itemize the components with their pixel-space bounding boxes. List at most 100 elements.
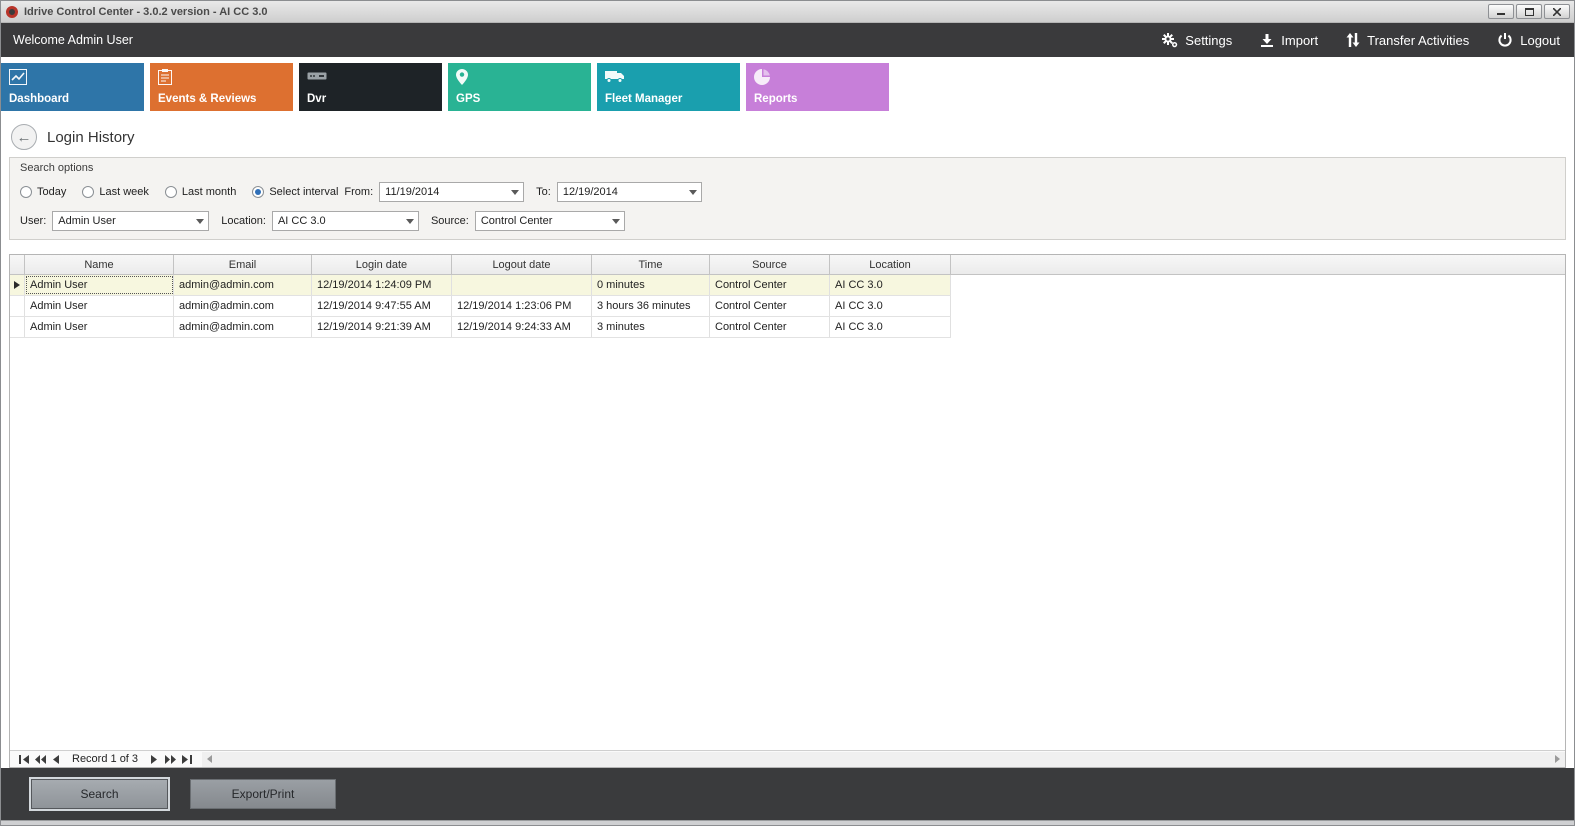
column-header-filler [951, 255, 1565, 274]
radio-today[interactable]: Today [20, 186, 66, 198]
radio-select-interval[interactable]: Select interval [252, 186, 338, 198]
first-record-button[interactable] [16, 752, 32, 767]
cell-name[interactable]: Admin User [25, 296, 174, 316]
cell-source[interactable]: Control Center [710, 317, 830, 337]
radio-label: Last month [182, 186, 236, 198]
scroll-left-icon[interactable] [202, 752, 217, 767]
table-row[interactable]: Admin User admin@admin.com 12/19/2014 1:… [10, 275, 951, 296]
cell-name[interactable]: Admin User [25, 317, 174, 337]
user-dropdown[interactable]: Admin User [52, 211, 209, 231]
source-value: Control Center [481, 215, 606, 227]
to-date-picker[interactable]: 12/19/2014 [557, 182, 702, 202]
cell-time[interactable]: 3 minutes [592, 317, 710, 337]
cell-email[interactable]: admin@admin.com [174, 296, 312, 316]
tile-reports[interactable]: Reports [746, 63, 889, 111]
close-icon [1553, 8, 1561, 16]
tile-label: Fleet Manager [605, 93, 682, 105]
footer-bar: Search Export/Print [1, 768, 1574, 820]
maximize-button[interactable] [1516, 4, 1542, 19]
tile-dvr[interactable]: Dvr [299, 63, 442, 111]
settings-button[interactable]: Settings [1161, 32, 1232, 49]
column-header-logout-date[interactable]: Logout date [452, 255, 592, 274]
group-label: Search options [20, 162, 1555, 174]
cell-login-date[interactable]: 12/19/2014 1:24:09 PM [312, 275, 452, 295]
module-tiles: Dashboard Events & Reviews Dvr GPS Fleet… [1, 57, 1574, 119]
login-history-grid: Name Email Login date Logout date Time S… [9, 254, 1566, 768]
source-dropdown[interactable]: Control Center [475, 211, 625, 231]
from-date-value: 11/19/2014 [385, 186, 505, 198]
location-label: Location: [221, 215, 266, 227]
next-record-button[interactable] [146, 752, 162, 767]
back-button[interactable]: ← [11, 124, 37, 150]
horizontal-scrollbar[interactable] [202, 752, 1565, 767]
scroll-right-icon[interactable] [1550, 752, 1565, 767]
checklist-icon [158, 69, 285, 85]
cell-login-date[interactable]: 12/19/2014 9:21:39 AM [312, 317, 452, 337]
column-header-location[interactable]: Location [830, 255, 951, 274]
column-header-login-date[interactable]: Login date [312, 255, 452, 274]
import-button[interactable]: Import [1260, 33, 1318, 48]
row-indicator-cell [10, 275, 25, 295]
left-arrow-icon: ← [17, 130, 32, 145]
column-header-source[interactable]: Source [710, 255, 830, 274]
cell-login-date[interactable]: 12/19/2014 9:47:55 AM [312, 296, 452, 316]
cell-logout-date[interactable]: 12/19/2014 9:24:33 AM [452, 317, 592, 337]
record-navigator: Record 1 of 3 [10, 750, 1565, 767]
to-label: To: [536, 186, 551, 198]
cell-email[interactable]: admin@admin.com [174, 275, 312, 295]
column-header-email[interactable]: Email [174, 255, 312, 274]
column-header-time[interactable]: Time [592, 255, 710, 274]
radio-last-month[interactable]: Last month [165, 186, 236, 198]
cell-location[interactable]: AI CC 3.0 [830, 296, 951, 316]
logout-button[interactable]: Logout [1497, 32, 1560, 48]
cell-source[interactable]: Control Center [710, 296, 830, 316]
tile-fleet-manager[interactable]: Fleet Manager [597, 63, 740, 111]
radio-label: Select interval [269, 186, 338, 198]
tile-label: Reports [754, 93, 797, 105]
cell-email[interactable]: admin@admin.com [174, 317, 312, 337]
table-row[interactable]: Admin User admin@admin.com 12/19/2014 9:… [10, 317, 951, 338]
search-button[interactable]: Search [31, 779, 168, 809]
record-count-text: Record 1 of 3 [72, 753, 138, 765]
column-header-name[interactable]: Name [25, 255, 174, 274]
transfer-activities-button[interactable]: Transfer Activities [1346, 33, 1469, 48]
pie-chart-icon [754, 69, 881, 85]
radio-last-week[interactable]: Last week [82, 186, 149, 198]
user-label: User: [20, 215, 46, 227]
power-icon [1497, 32, 1513, 48]
minimize-icon [1497, 8, 1505, 16]
cell-source[interactable]: Control Center [710, 275, 830, 295]
chevron-down-icon [406, 219, 414, 224]
export-print-button[interactable]: Export/Print [190, 779, 336, 809]
import-label: Import [1281, 33, 1318, 48]
minimize-button[interactable] [1488, 4, 1514, 19]
radio-label: Last week [99, 186, 149, 198]
cell-time[interactable]: 3 hours 36 minutes [592, 296, 710, 316]
radio-indicator [20, 186, 32, 198]
prev-page-button[interactable] [32, 752, 48, 767]
page-header: ← Login History [1, 119, 1574, 155]
cell-logout-date[interactable]: 12/19/2014 1:23:06 PM [452, 296, 592, 316]
cell-logout-date[interactable] [452, 275, 592, 295]
table-row[interactable]: Admin User admin@admin.com 12/19/2014 9:… [10, 296, 951, 317]
navbar-actions: Settings Import Transfer Activities [1161, 32, 1560, 49]
from-date-picker[interactable]: 11/19/2014 [379, 182, 524, 202]
cell-time[interactable]: 0 minutes [592, 275, 710, 295]
grid-header: Name Email Login date Logout date Time S… [10, 255, 1565, 275]
window-bottom-border [1, 820, 1574, 825]
prev-record-button[interactable] [48, 752, 64, 767]
cell-location[interactable]: AI CC 3.0 [830, 275, 951, 295]
transfer-arrows-icon [1346, 33, 1360, 47]
last-record-button[interactable] [178, 752, 194, 767]
search-options-panel: Search options Today Last week Last mont… [9, 157, 1566, 240]
cell-name[interactable]: Admin User [25, 275, 174, 295]
next-page-button[interactable] [162, 752, 178, 767]
location-dropdown[interactable]: AI CC 3.0 [272, 211, 419, 231]
close-button[interactable] [1544, 4, 1570, 19]
cell-location[interactable]: AI CC 3.0 [830, 317, 951, 337]
tile-gps[interactable]: GPS [448, 63, 591, 111]
tile-events-reviews[interactable]: Events & Reviews [150, 63, 293, 111]
tile-dashboard[interactable]: Dashboard [1, 63, 144, 111]
transfer-activities-label: Transfer Activities [1367, 33, 1469, 48]
row-indicator-icon [14, 281, 20, 289]
